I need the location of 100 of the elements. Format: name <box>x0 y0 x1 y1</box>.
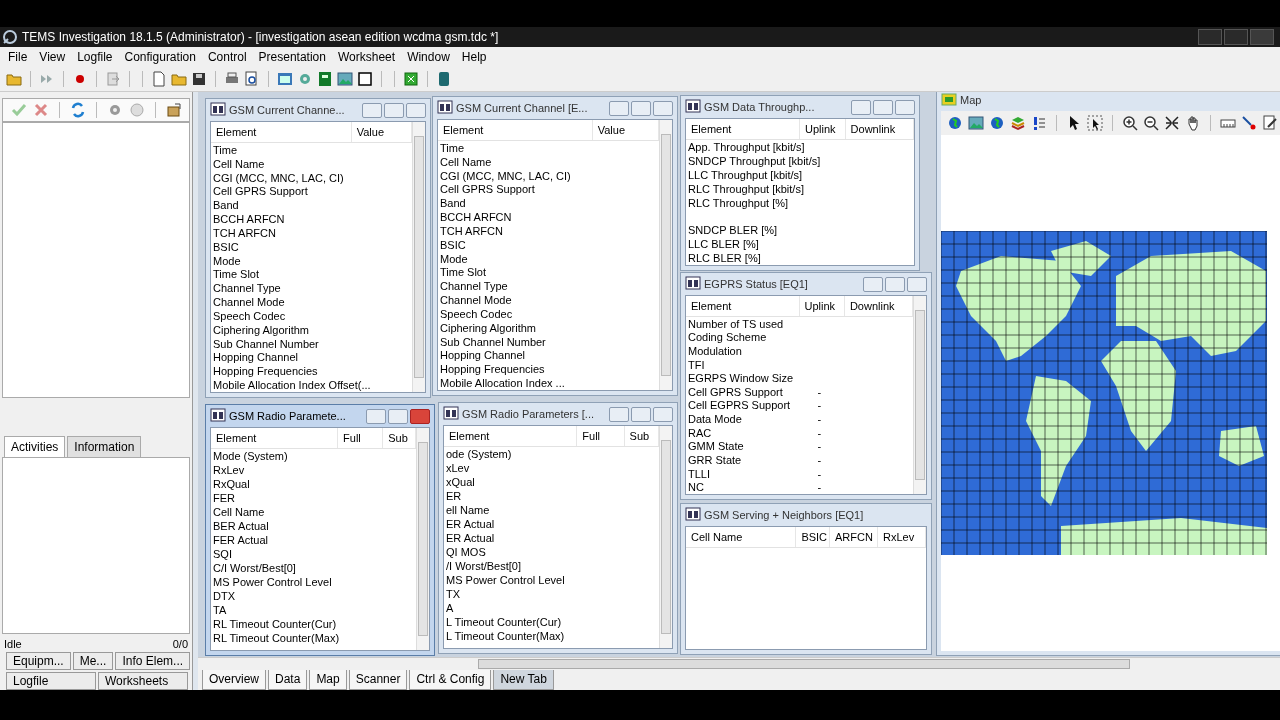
column-header[interactable]: Downlink <box>844 296 913 316</box>
minimize-button[interactable] <box>863 276 883 292</box>
menu-item[interactable]: Window <box>401 50 456 64</box>
worksheet-tab[interactable]: Map <box>309 670 347 690</box>
navigator-tab[interactable]: Worksheets <box>98 672 188 690</box>
column-header[interactable]: Uplink <box>799 296 845 316</box>
maximize-button[interactable] <box>388 408 408 424</box>
vertical-scrollbar[interactable] <box>412 122 425 392</box>
menu-item[interactable]: File <box>2 50 34 64</box>
zoom-in-icon[interactable] <box>1122 115 1138 131</box>
navigator-tab[interactable]: Logfile <box>6 672 96 690</box>
column-header[interactable]: Element <box>686 119 800 139</box>
globe-icon[interactable] <box>989 115 1005 131</box>
table-cell-text: RL Timeout Counter(Max) <box>212 632 340 644</box>
check-icon[interactable] <box>11 101 27 118</box>
maximize-button[interactable] <box>1224 29 1248 45</box>
maximize-button[interactable] <box>384 102 404 118</box>
close-button[interactable] <box>907 276 927 292</box>
menu-item[interactable]: Worksheet <box>332 50 402 64</box>
selection-icon[interactable] <box>1087 115 1103 131</box>
export-icon[interactable] <box>105 71 121 87</box>
print-preview-icon[interactable] <box>244 71 260 87</box>
table-cell-text: Sub Channel Number <box>212 337 320 350</box>
spreadsheet-icon[interactable] <box>403 71 419 87</box>
minimize-button[interactable] <box>851 99 871 115</box>
column-header[interactable]: RxLev <box>878 527 926 547</box>
column-header[interactable]: BSIC <box>796 527 830 547</box>
table-cell-text: NC <box>687 481 705 494</box>
column-header[interactable]: Value <box>351 122 412 142</box>
globe-icon[interactable] <box>947 115 963 131</box>
close-icon[interactable] <box>33 101 49 118</box>
image-icon[interactable] <box>337 71 353 87</box>
column-header[interactable]: Element <box>438 120 593 140</box>
worksheet-tab[interactable]: Ctrl & Config <box>409 670 492 690</box>
vertical-scrollbar[interactable] <box>416 428 429 650</box>
minimize-button[interactable] <box>362 102 382 118</box>
book-icon[interactable] <box>317 71 333 87</box>
navigator-tab[interactable]: Info Elem... <box>115 652 191 670</box>
box-icon[interactable] <box>166 101 182 118</box>
vertical-scrollbar[interactable] <box>659 120 672 390</box>
column-header[interactable]: Full <box>338 428 384 448</box>
layers-icon[interactable] <box>1010 115 1026 131</box>
menu-item[interactable]: Help <box>455 50 493 64</box>
disc-icon[interactable] <box>129 101 145 118</box>
save-icon[interactable] <box>191 71 207 87</box>
vertical-scrollbar[interactable] <box>659 426 672 648</box>
column-header[interactable]: Cell Name <box>686 527 797 547</box>
tab[interactable]: Activities <box>4 435 66 457</box>
menu-item[interactable]: Logfile <box>71 50 119 64</box>
menu-item[interactable]: Configuration <box>118 50 202 64</box>
minimize-button[interactable] <box>609 406 629 422</box>
menu-item[interactable]: View <box>33 50 72 64</box>
maximize-button[interactable] <box>631 406 651 422</box>
scrollbar-thumb[interactable] <box>478 659 1130 669</box>
minimize-button[interactable] <box>366 408 386 424</box>
fit-icon[interactable] <box>1164 115 1180 131</box>
maximize-button[interactable] <box>885 276 905 292</box>
column-header[interactable]: Full <box>577 426 625 446</box>
list-icon[interactable] <box>1031 115 1047 131</box>
close-button[interactable] <box>895 99 915 115</box>
maximize-button[interactable] <box>873 99 893 115</box>
column-header[interactable]: Element <box>211 122 352 142</box>
navigator-tab[interactable]: Me... <box>72 652 114 670</box>
maximize-button[interactable] <box>631 100 651 116</box>
worksheet-tab[interactable]: Overview <box>202 670 266 690</box>
column-header[interactable]: Element <box>444 426 578 446</box>
close-button[interactable] <box>410 408 430 424</box>
minimize-button[interactable] <box>609 100 629 116</box>
column-header[interactable]: Sub <box>383 428 416 448</box>
column-header[interactable]: Uplink <box>800 119 846 139</box>
table-cell-text: TCH ARFCN <box>212 226 277 239</box>
tab[interactable]: Information <box>67 435 142 457</box>
menu-item[interactable]: Control <box>201 50 253 64</box>
close-button[interactable] <box>653 100 673 116</box>
column-header[interactable]: Value <box>592 120 659 140</box>
image-icon[interactable] <box>968 115 984 131</box>
close-button[interactable] <box>406 102 426 118</box>
worksheet-tab[interactable]: Data <box>268 670 308 690</box>
column-header[interactable]: Downlink <box>845 119 914 139</box>
zoom-out-icon[interactable] <box>1143 115 1159 131</box>
column-header[interactable]: Element <box>686 296 800 316</box>
new-document-icon[interactable] <box>151 71 167 87</box>
worksheet-tab[interactable]: New Tab <box>493 670 554 690</box>
window-icon[interactable] <box>277 71 293 87</box>
column-header[interactable]: Element <box>211 428 339 448</box>
edit-icon[interactable] <box>1262 115 1278 131</box>
vertical-scrollbar[interactable] <box>913 296 926 494</box>
worksheet-tab[interactable]: Scanner <box>348 670 408 690</box>
column-header[interactable]: Sub <box>624 426 659 446</box>
frame-icon[interactable] <box>357 71 373 87</box>
table-cell-text: Number of TS used <box>687 317 785 330</box>
folder-icon[interactable] <box>6 71 22 87</box>
menu-item[interactable]: Presentation <box>252 50 332 64</box>
close-button[interactable] <box>653 406 673 422</box>
book-icon[interactable] <box>436 71 452 87</box>
minimize-button[interactable] <box>1198 29 1222 45</box>
pin-icon[interactable] <box>1241 115 1257 131</box>
navigator-tab[interactable]: Equipm... <box>6 652 71 670</box>
refresh-icon[interactable] <box>70 101 86 118</box>
column-header[interactable]: ARFCN <box>830 527 878 547</box>
